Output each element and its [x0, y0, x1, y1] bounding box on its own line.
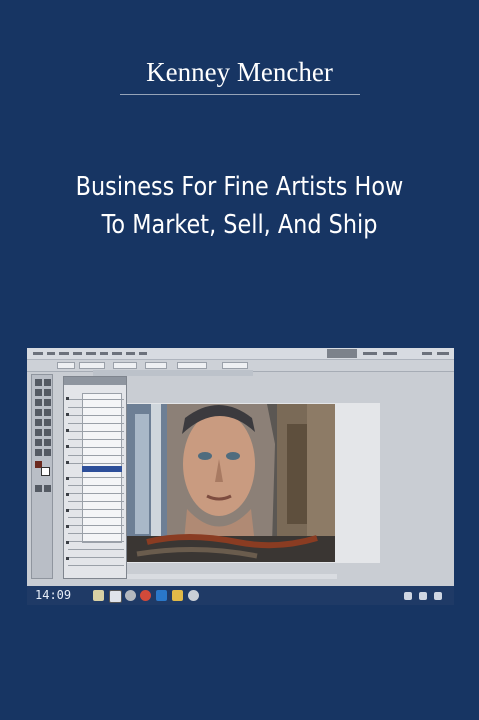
- menu-bar: [27, 348, 454, 360]
- chrome-icon: [140, 590, 151, 601]
- brush-icon: [93, 590, 104, 601]
- portrait-painting: [127, 404, 335, 562]
- toolbox-panel: [31, 374, 53, 579]
- folder-icon: [172, 590, 183, 601]
- layers-panel: [63, 376, 127, 579]
- book-title: Business For Fine Artists How To Market,…: [59, 168, 419, 244]
- volume-icon: [419, 592, 427, 600]
- editor-screenshot: 14:09: [27, 348, 454, 605]
- window-icon: [109, 590, 122, 603]
- author-name: Kenney Mencher: [146, 57, 333, 87]
- status-bar: [127, 574, 337, 579]
- network-icon: [434, 592, 442, 600]
- title-line-2: To Market, Sell, And Ship: [101, 210, 378, 240]
- tray-icon: [404, 592, 412, 600]
- title-line-1: Business For Fine Artists How: [75, 172, 404, 202]
- paint-icon: [188, 590, 199, 601]
- playback-clock: 14:09: [35, 588, 72, 602]
- taskbar: [27, 586, 454, 605]
- photoshop-icon: [156, 590, 167, 601]
- gear-icon: [125, 590, 136, 601]
- author-underline: [120, 94, 360, 95]
